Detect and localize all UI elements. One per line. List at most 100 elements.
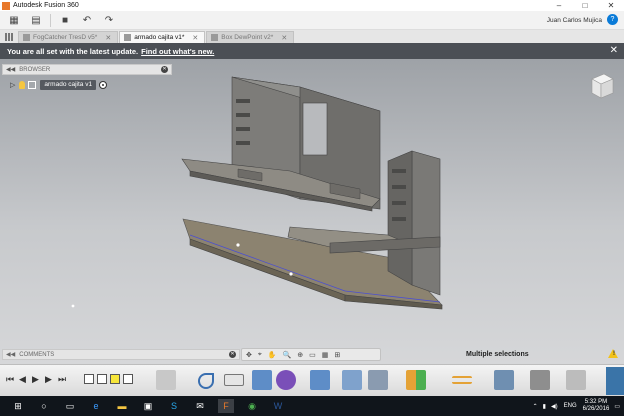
save-icon[interactable]: ■ (57, 13, 73, 27)
window-titlebar: Autodesk Fusion 360 – □ ✕ (0, 0, 624, 11)
warning-mark: ! (613, 351, 615, 357)
file-menu-icon[interactable]: ▤ (28, 13, 44, 27)
mail-icon[interactable]: ✉ (192, 399, 208, 413)
system-tray: ⌃ ▮ ◀) ENG 5:32 PM 6/26/2016 ▭ (528, 396, 620, 416)
store-icon[interactable]: ▣ (140, 399, 156, 413)
timeline-play-icon[interactable]: ▶ (32, 374, 39, 385)
insert-icon[interactable] (494, 370, 514, 390)
pillar-slot (392, 169, 406, 173)
whats-new-link[interactable]: Find out what's new. (141, 47, 214, 56)
tab-fogcatcher[interactable]: FogCatcher TresD v5* ✕ (18, 31, 119, 43)
toolbar-divider (50, 13, 51, 27)
pan-icon[interactable]: ✋ (268, 351, 277, 359)
timeline-end-icon[interactable]: ⏭ (58, 374, 66, 385)
wall-slot (236, 113, 250, 117)
data-panel-icon[interactable]: ▦ (6, 13, 22, 27)
timeline-feature-icon[interactable] (123, 374, 133, 384)
create-box-icon[interactable] (224, 374, 244, 386)
front-pillar (411, 150, 441, 296)
document-tabbar: FogCatcher TresD v5* ✕ armado cajita v1*… (0, 30, 624, 43)
close-icon[interactable]: ✕ (610, 45, 618, 56)
show-all-documents-icon[interactable] (5, 33, 13, 41)
sketch-tool-icon[interactable] (156, 370, 176, 390)
word-icon[interactable]: W (270, 399, 286, 413)
add-comment-icon[interactable]: ✕ (229, 351, 236, 358)
tab-close-icon[interactable]: ✕ (281, 34, 287, 42)
window-controls: – □ ✕ (546, 0, 624, 11)
tab-armado-cajita[interactable]: armado cajita v1* ✕ (119, 31, 206, 43)
wall-slot (236, 141, 250, 145)
modify-icon[interactable] (310, 370, 330, 390)
collapse-panel-icon[interactable]: ◀◀ (6, 351, 15, 358)
vertex-point (289, 272, 293, 276)
window-title: Autodesk Fusion 360 (13, 2, 79, 9)
pillar-slot (392, 217, 406, 221)
wall-slot (236, 99, 250, 103)
back-wall-window (302, 102, 328, 156)
redo-icon[interactable]: ↷ (101, 13, 117, 27)
inspect-icon[interactable] (452, 376, 472, 384)
design-doc-icon (124, 34, 132, 41)
notification-message: You are all set with the latest update. (7, 46, 139, 56)
timeline-start-icon[interactable]: ⏮ (6, 374, 14, 385)
timeline-feature-icon[interactable] (84, 374, 94, 384)
make-icon[interactable] (530, 370, 550, 390)
add-ins-icon[interactable] (566, 370, 586, 390)
fit-icon[interactable]: ⊕ (297, 351, 303, 359)
tab-label: FogCatcher TresD v5* (33, 34, 98, 41)
file-explorer-icon[interactable]: ▬ (114, 399, 130, 413)
extrude-icon[interactable] (252, 370, 272, 390)
input-language[interactable]: ENG (564, 403, 577, 409)
viewports-icon[interactable]: ⊞ (334, 351, 340, 359)
help-icon[interactable]: ? (607, 14, 618, 25)
design-doc-icon (23, 34, 30, 41)
timeline-prev-icon[interactable]: ◀ (19, 374, 26, 385)
vertex-point (71, 304, 75, 308)
design-doc-icon (211, 34, 219, 41)
taskbar-clock[interactable]: 5:32 PM 6/26/2016 (583, 399, 610, 413)
maximize-icon[interactable]: □ (572, 0, 598, 11)
app-toolbar: ▦ ▤ ■ ↶ ↷ (0, 11, 624, 30)
select-tool-icon[interactable] (606, 367, 624, 395)
viewcube-icon[interactable] (588, 71, 616, 101)
windows-start-icon[interactable]: ⊞ (10, 399, 26, 413)
tray-overflow-icon[interactable]: ⌃ (533, 403, 538, 410)
look-at-icon[interactable]: ⌖ (258, 351, 262, 359)
tab-close-icon[interactable]: ✕ (192, 34, 198, 42)
volume-icon[interactable]: ◀) (551, 403, 558, 410)
search-icon[interactable]: ○ (36, 399, 52, 413)
notification-center-icon[interactable]: ▭ (614, 403, 620, 410)
user-account-menu[interactable]: Juan Carlos Mujica (547, 11, 602, 30)
vertex-point (236, 243, 240, 247)
skype-icon[interactable]: S (166, 399, 182, 413)
construct-icon[interactable] (406, 370, 426, 390)
chrome-icon[interactable]: ◉ (244, 399, 260, 413)
timeline-feature-selected-icon[interactable] (110, 374, 120, 384)
joint-icon[interactable] (368, 370, 388, 390)
minimize-icon[interactable]: – (546, 0, 572, 11)
model-3d-view[interactable] (0, 59, 624, 364)
update-notification-bar: You are all set with the latest update. … (0, 43, 624, 59)
comments-title: COMMENTS (19, 351, 55, 358)
close-icon[interactable]: ✕ (598, 0, 624, 11)
form-icon[interactable] (276, 370, 296, 390)
fusion-360-taskbar-icon[interactable]: F (218, 399, 234, 413)
assemble-icon[interactable] (342, 370, 362, 390)
tab-close-icon[interactable]: ✕ (105, 34, 111, 42)
design-canvas[interactable]: ◀◀ BROWSER ✕ ▷ armado cajita v1 ◀◀ COMME… (0, 59, 624, 364)
tab-box-dewpoint[interactable]: Box DewPoint v2* ✕ (206, 31, 295, 43)
tab-label: Box DewPoint v2* (221, 34, 274, 41)
network-icon[interactable]: ▮ (543, 403, 546, 410)
edge-browser-icon[interactable]: e (88, 399, 104, 413)
wall-slot (236, 127, 250, 131)
display-settings-icon[interactable]: ▭ (309, 351, 316, 359)
grid-settings-icon[interactable]: ▦ (322, 351, 329, 359)
task-view-icon[interactable]: ▭ (62, 399, 78, 413)
timeline-next-icon[interactable]: ▶ (45, 374, 52, 385)
zoom-icon[interactable]: 🔍 (283, 351, 292, 359)
comments-panel-header[interactable]: ◀◀ COMMENTS ✕ (2, 349, 240, 360)
create-sketch-icon[interactable] (198, 373, 214, 389)
undo-icon[interactable]: ↶ (79, 13, 95, 27)
timeline-feature-icon[interactable] (97, 374, 107, 384)
orbit-icon[interactable]: ✥ (246, 351, 252, 359)
